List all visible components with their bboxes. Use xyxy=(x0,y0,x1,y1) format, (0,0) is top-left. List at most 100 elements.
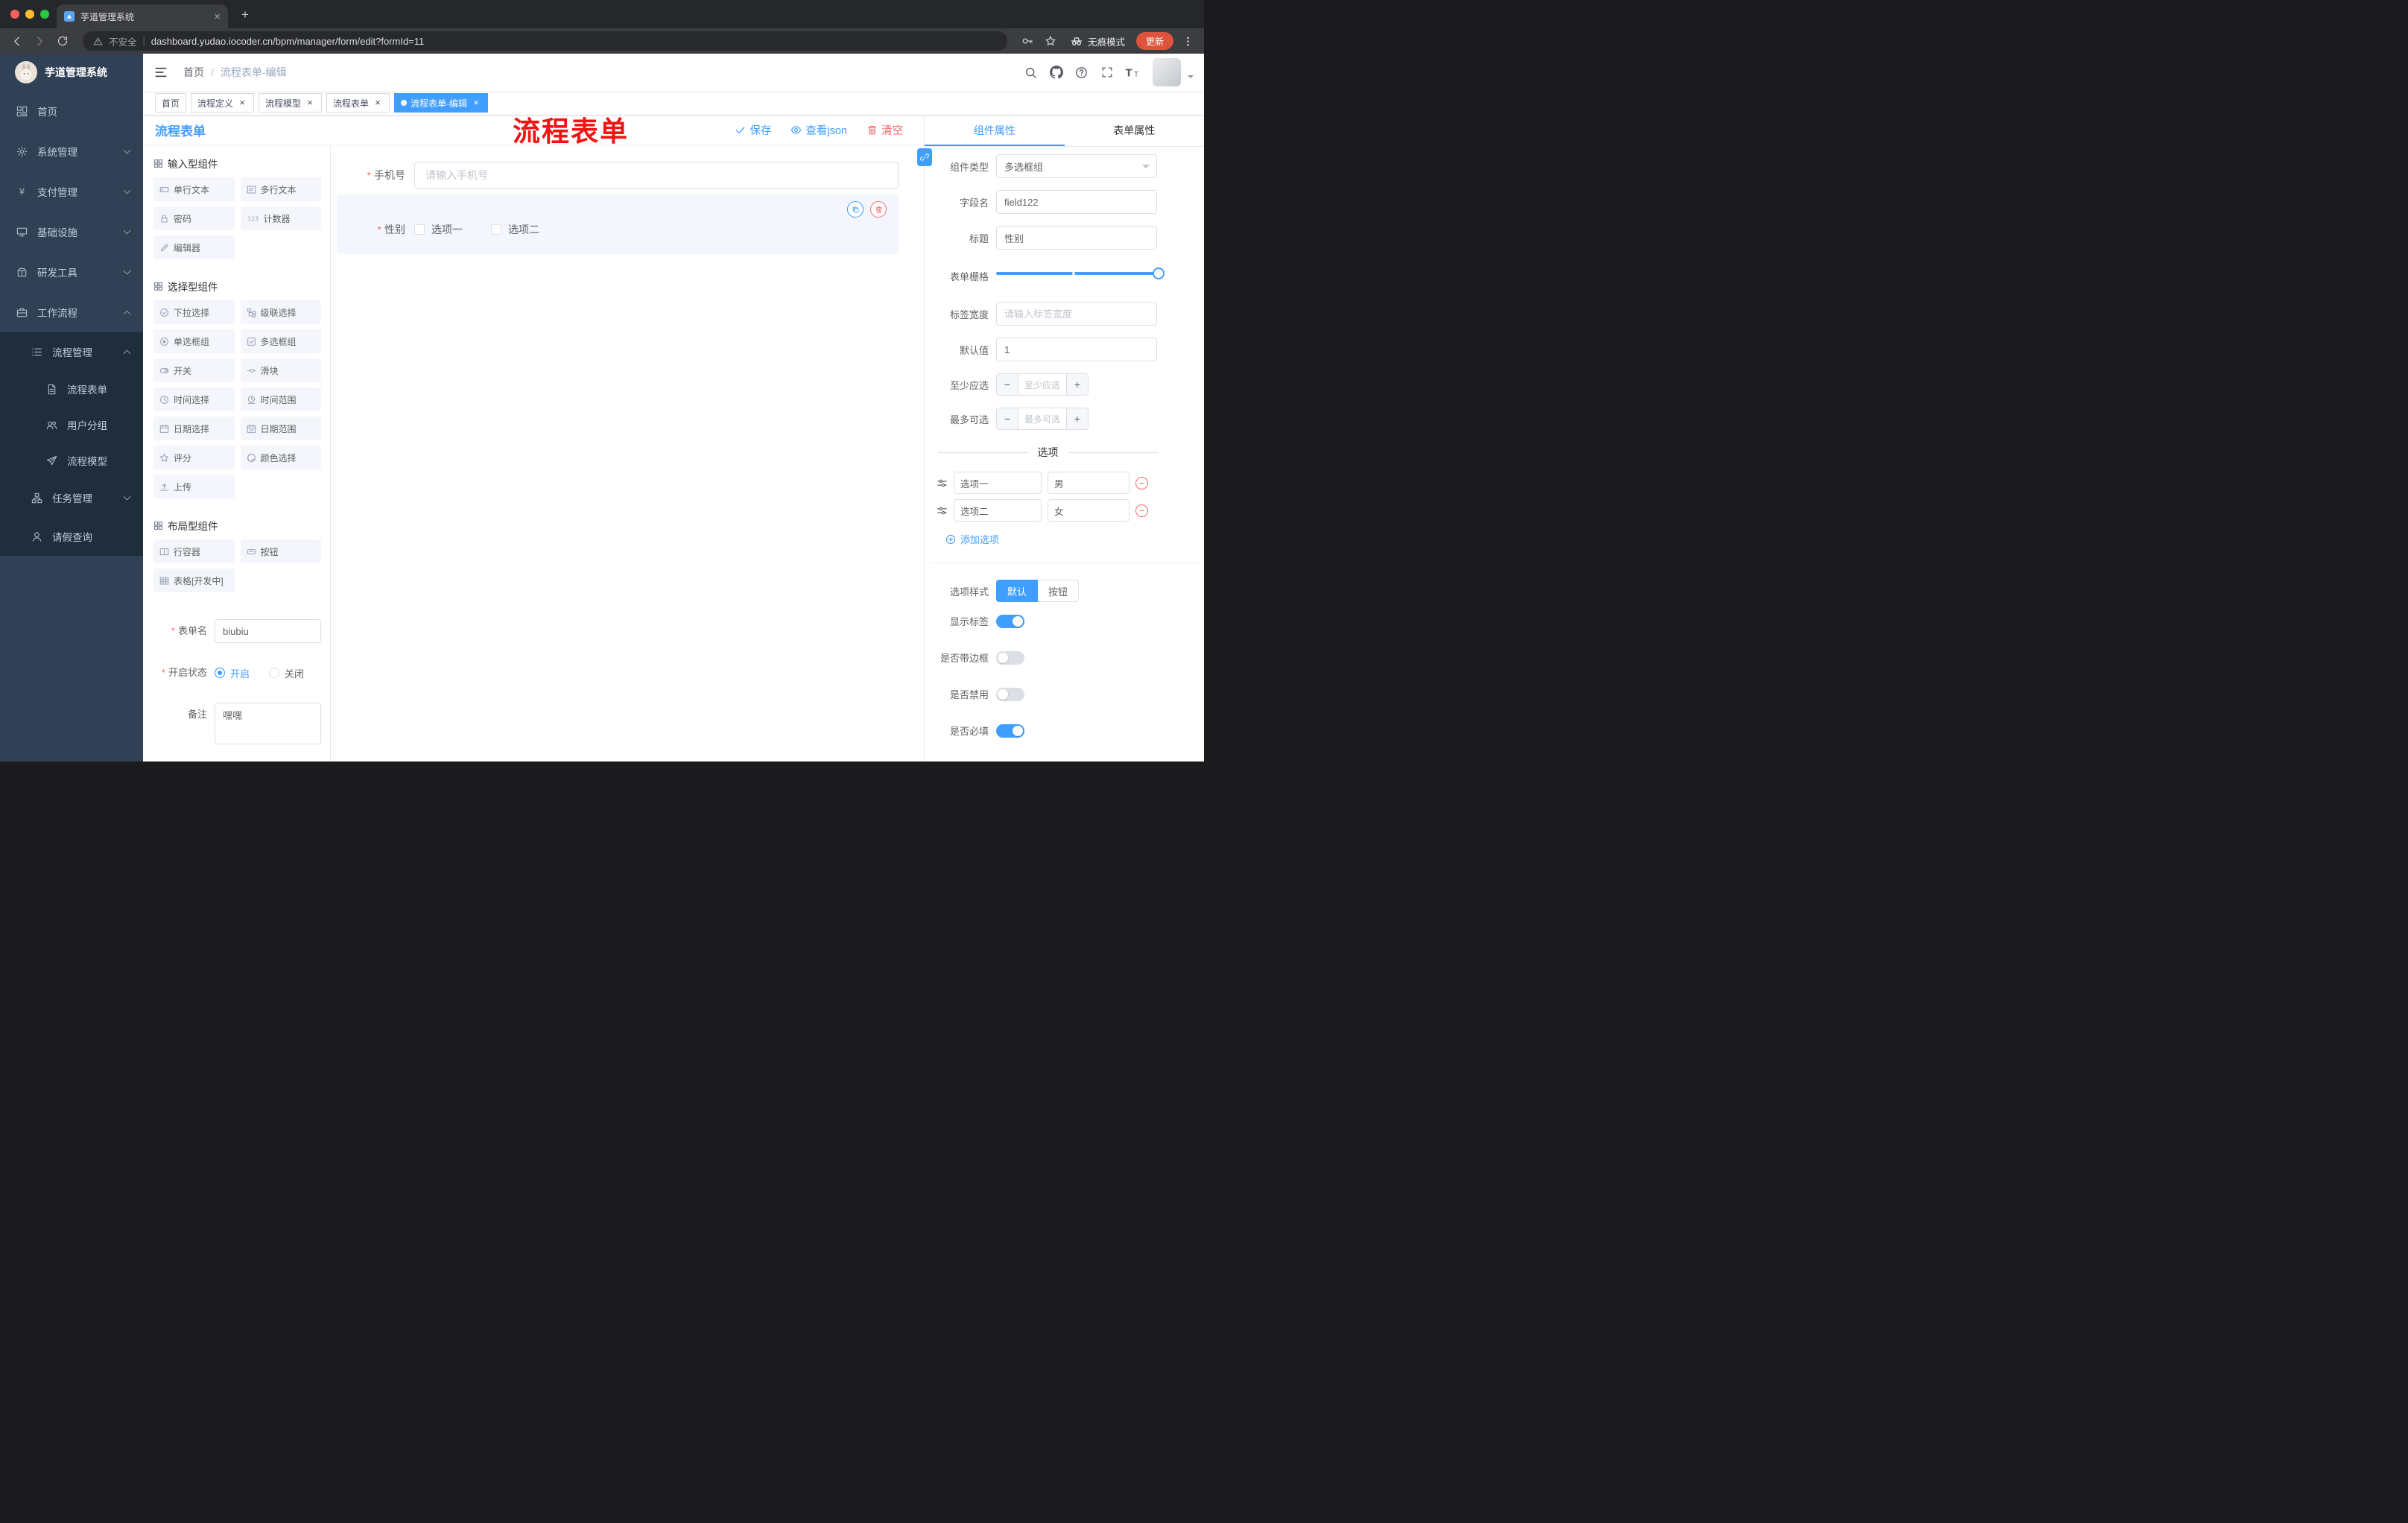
update-button[interactable]: 更新 xyxy=(1135,32,1173,50)
add-option-button[interactable]: 添加选项 xyxy=(945,532,1204,546)
drag-handle-icon[interactable] xyxy=(937,478,948,489)
bookmark-icon[interactable] xyxy=(1042,32,1059,50)
copy-widget-button[interactable] xyxy=(847,201,864,218)
remove-option-icon[interactable]: − xyxy=(1135,476,1148,490)
tag-close-icon[interactable]: × xyxy=(237,98,247,108)
grid-slider[interactable] xyxy=(996,262,1165,285)
palette-item[interactable]: 多行文本 xyxy=(240,177,321,201)
palette-item[interactable]: 开关 xyxy=(153,358,235,382)
status-off-radio[interactable]: 关闭 xyxy=(269,666,304,680)
selected-widget-gender[interactable]: 性别 选项一 选项二 xyxy=(337,194,899,254)
reload-button[interactable] xyxy=(54,32,72,50)
tab-component-props[interactable]: 组件属性 xyxy=(925,115,1065,146)
sidebar-subitem-2[interactable]: 用户分组 xyxy=(0,407,143,443)
tag-close-icon[interactable]: × xyxy=(471,98,481,108)
avatar-caret-icon[interactable] xyxy=(1188,75,1194,81)
palette-item[interactable]: 行容器 xyxy=(153,539,235,563)
toggle-switch[interactable] xyxy=(996,723,1024,738)
tag-2[interactable]: 流程模型 × xyxy=(259,93,323,113)
collapse-sidebar-icon[interactable] xyxy=(143,66,179,79)
minimize-window-button[interactable] xyxy=(25,10,34,19)
github-icon[interactable] xyxy=(1045,61,1067,83)
toggle-switch[interactable] xyxy=(996,687,1024,701)
gender-option-1[interactable]: 选项一 xyxy=(414,222,463,237)
tag-0[interactable]: 首页 xyxy=(155,93,187,113)
maximize-window-button[interactable] xyxy=(40,10,49,19)
sidebar-item-2[interactable]: ¥ 支付管理 xyxy=(0,171,143,212)
tag-close-icon[interactable]: × xyxy=(305,98,315,108)
palette-item[interactable]: 编辑器 xyxy=(153,235,235,259)
view-json-button[interactable]: 查看json xyxy=(790,122,847,138)
stepper-increase-button[interactable]: + xyxy=(1067,408,1088,429)
new-tab-button[interactable]: + xyxy=(237,7,253,23)
title-input[interactable] xyxy=(996,226,1157,250)
slider-handle[interactable] xyxy=(1153,267,1165,279)
sidebar-item-0[interactable]: 首页 xyxy=(0,91,143,131)
forward-button[interactable] xyxy=(31,32,48,50)
sidebar-item-4[interactable]: 研发工具 xyxy=(0,252,143,292)
user-avatar[interactable] xyxy=(1153,58,1181,86)
tag-3[interactable]: 流程表单 × xyxy=(326,93,390,113)
remove-option-icon[interactable]: − xyxy=(1135,504,1148,517)
toggle-switch[interactable] xyxy=(996,650,1024,665)
palette-item[interactable]: 颜色选择 xyxy=(240,446,321,469)
default-value-input[interactable] xyxy=(996,338,1157,361)
palette-item[interactable]: 日期范围 xyxy=(240,417,321,440)
tab-form-props[interactable]: 表单属性 xyxy=(1065,115,1205,146)
phone-input[interactable] xyxy=(414,162,899,189)
sidebar-subitem-1[interactable]: 流程表单 xyxy=(0,371,143,407)
save-button[interactable]: 保存 xyxy=(735,122,771,138)
palette-item[interactable]: 多选框组 xyxy=(240,329,321,353)
browser-menu-icon[interactable] xyxy=(1179,32,1197,50)
fullscreen-icon[interactable] xyxy=(1096,61,1118,83)
option-value-input[interactable] xyxy=(1048,472,1129,494)
label-width-input[interactable] xyxy=(996,302,1157,326)
palette-item[interactable]: 级联选择 xyxy=(240,300,321,324)
tag-1[interactable]: 流程定义 × xyxy=(191,93,255,113)
phone-field-row[interactable]: 手机号 xyxy=(337,162,899,189)
sidebar-subitem-0[interactable]: 流程管理 xyxy=(0,332,143,371)
style-default-button[interactable]: 默认 xyxy=(996,580,1039,602)
min-stepper-value[interactable]: 至少应选 xyxy=(1018,374,1067,395)
delete-widget-button[interactable] xyxy=(870,201,887,218)
back-button[interactable] xyxy=(7,32,25,50)
sidebar-subitem-5[interactable]: 请假查询 xyxy=(0,517,143,556)
option-label-input[interactable] xyxy=(954,472,1042,494)
palette-item[interactable]: 123 计数器 xyxy=(240,206,321,230)
sidebar-subitem-4[interactable]: 任务管理 xyxy=(0,478,143,517)
field-name-input[interactable] xyxy=(996,190,1157,214)
palette-item[interactable]: 下拉选择 xyxy=(153,300,235,324)
sidebar-item-5[interactable]: 工作流程 xyxy=(0,292,143,332)
palette-item[interactable]: 按钮 xyxy=(240,539,321,563)
palette-item[interactable]: 时间范围 xyxy=(240,387,321,411)
palette-item[interactable]: 时间选择 xyxy=(153,387,235,411)
gender-option-2[interactable]: 选项二 xyxy=(491,222,539,237)
palette-item[interactable]: 日期选择 xyxy=(153,417,235,440)
form-remark-textarea[interactable]: 嘿嘿 xyxy=(215,703,321,744)
password-manager-icon[interactable] xyxy=(1018,32,1036,50)
help-icon[interactable] xyxy=(1071,61,1092,83)
style-button-button[interactable]: 按钮 xyxy=(1038,580,1080,602)
option-label-input[interactable] xyxy=(954,499,1042,522)
palette-item[interactable]: 单选框组 xyxy=(153,329,235,353)
palette-item[interactable]: 上传 xyxy=(153,475,235,498)
stepper-decrease-button[interactable]: − xyxy=(997,374,1018,395)
form-name-input[interactable] xyxy=(215,619,321,643)
search-icon[interactable] xyxy=(1020,61,1042,83)
stepper-decrease-button[interactable]: − xyxy=(997,408,1018,429)
palette-item[interactable]: 密码 xyxy=(153,206,235,230)
option-value-input[interactable] xyxy=(1048,499,1129,522)
sidebar-item-1[interactable]: 系统管理 xyxy=(0,131,143,171)
drag-handle-icon[interactable] xyxy=(937,505,948,516)
browser-tab[interactable]: 芋道管理系统 × xyxy=(57,4,228,28)
close-window-button[interactable] xyxy=(10,10,19,19)
component-type-select[interactable] xyxy=(996,154,1157,178)
sidebar-subitem-3[interactable]: 流程模型 xyxy=(0,443,143,478)
palette-item[interactable]: 表格[开发中] xyxy=(153,569,235,592)
palette-item[interactable]: 单行文本 xyxy=(153,177,235,201)
sidebar-item-3[interactable]: 基础设施 xyxy=(0,212,143,252)
tag-4[interactable]: 流程表单-编辑 × xyxy=(394,93,489,113)
panel-link-handle[interactable] xyxy=(917,148,932,166)
palette-item[interactable]: 评分 xyxy=(153,446,235,469)
clear-button[interactable]: 清空 xyxy=(866,122,903,138)
